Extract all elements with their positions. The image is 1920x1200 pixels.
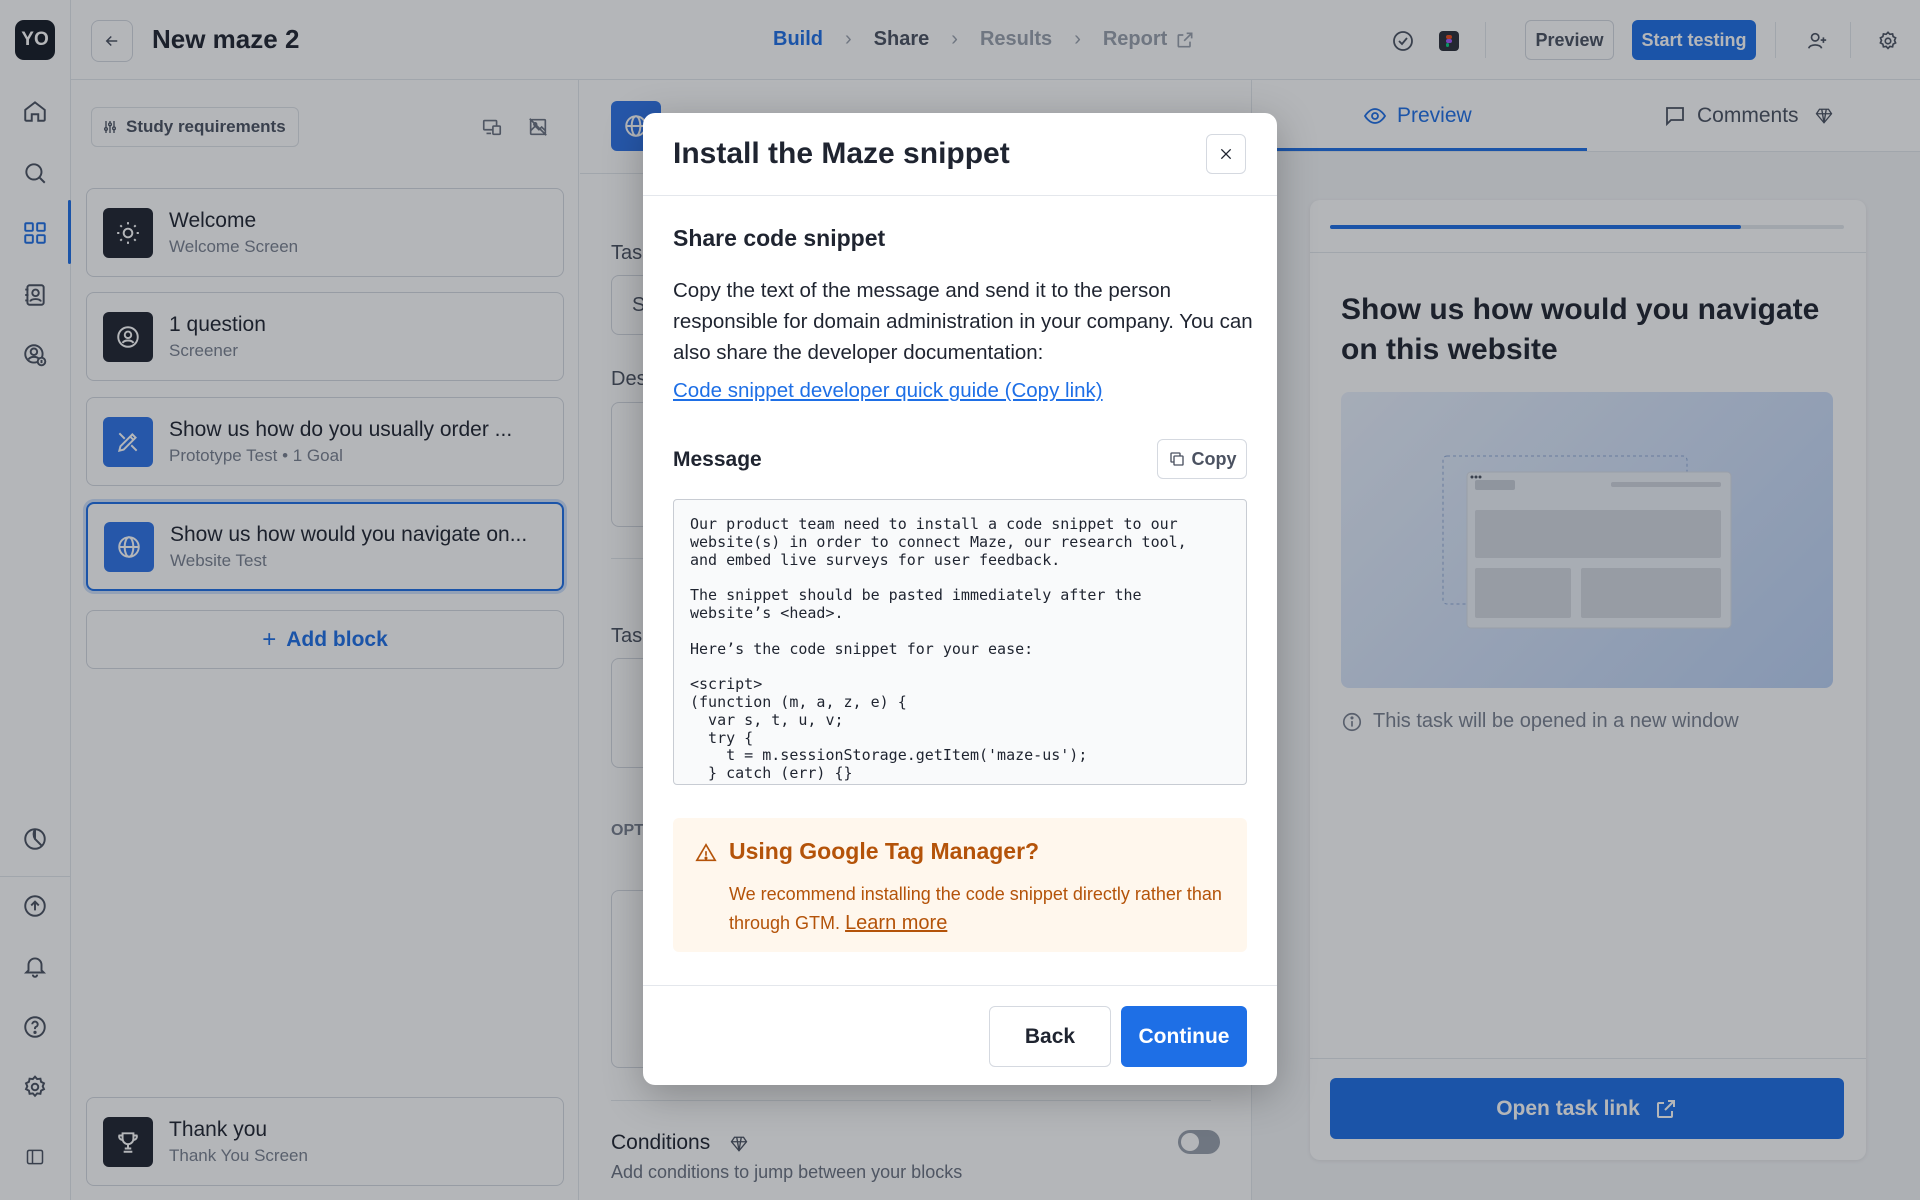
gtm-warning: Using Google Tag Manager? We recommend i… [673, 818, 1247, 952]
back-button[interactable]: Back [989, 1006, 1111, 1067]
close-button[interactable] [1206, 134, 1246, 174]
copy-label: Copy [1191, 448, 1237, 469]
learn-more-link[interactable]: Learn more [845, 912, 947, 934]
modal-divider [643, 195, 1277, 196]
warning-text: We recommend installing the code snippet… [729, 884, 1222, 933]
message-code: Our product team need to install a code … [690, 515, 1187, 783]
copy-button[interactable]: Copy [1157, 439, 1247, 479]
warning-title: Using Google Tag Manager? [729, 838, 1040, 864]
modal-description: Copy the text of the message and send it… [673, 279, 1253, 364]
install-snippet-modal: Install the Maze snippet Share code snip… [643, 113, 1277, 1085]
warning-icon [695, 843, 717, 862]
modal-footer-divider [643, 985, 1277, 986]
close-icon [1220, 148, 1232, 160]
app-root: YO New maze 2 Build › Share › Results › … [0, 0, 1920, 1200]
message-textarea[interactable]: Our product team need to install a code … [673, 499, 1247, 785]
copy-icon [1169, 452, 1184, 466]
developer-guide-link[interactable]: Code snippet developer quick guide (Copy… [673, 379, 1103, 403]
modal-title: Install the Maze snippet [673, 137, 1010, 170]
warning-body: We recommend installing the code snippet… [729, 880, 1229, 938]
modal-subtitle: Share code snippet [673, 225, 886, 251]
continue-button[interactable]: Continue [1121, 1006, 1247, 1067]
message-label: Message [673, 448, 762, 471]
